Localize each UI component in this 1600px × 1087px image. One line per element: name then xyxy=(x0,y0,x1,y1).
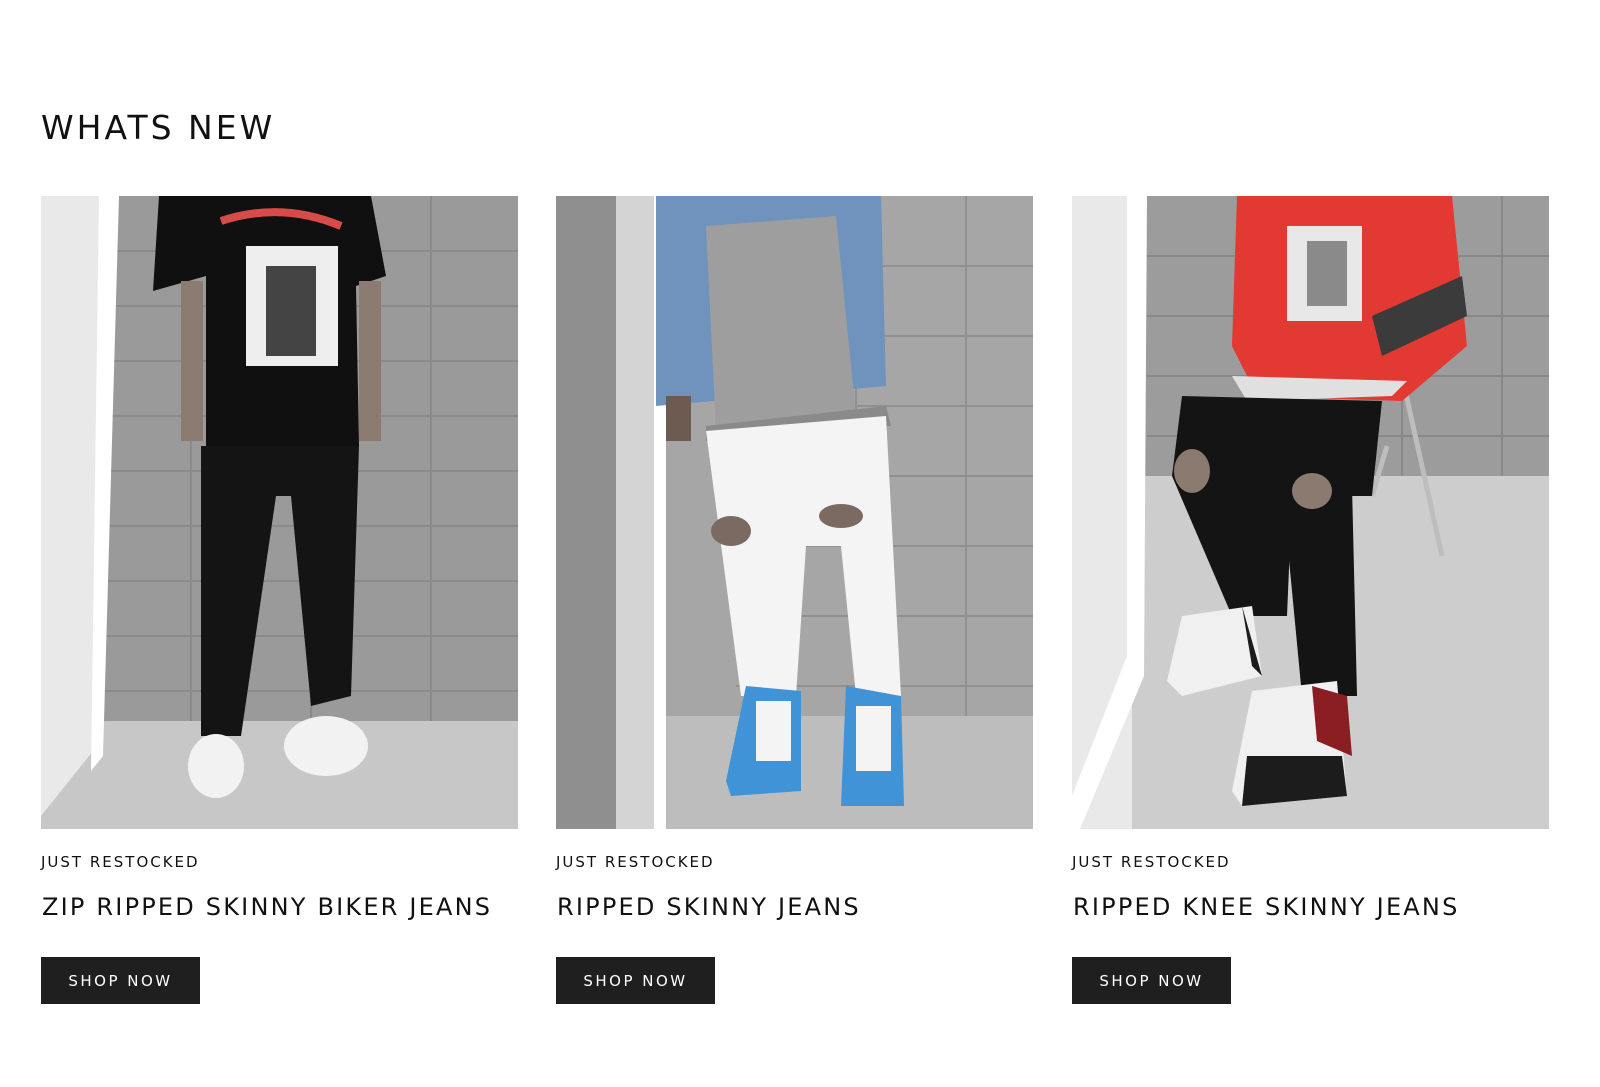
product-image[interactable] xyxy=(41,196,518,829)
product-eyebrow: JUST RESTOCKED xyxy=(1072,853,1231,871)
product-title[interactable]: ZIP RIPPED SKINNY BIKER JEANS xyxy=(42,893,492,921)
product-eyebrow: JUST RESTOCKED xyxy=(41,853,200,871)
product-title[interactable]: RIPPED SKINNY JEANS xyxy=(557,893,861,921)
product-eyebrow: JUST RESTOCKED xyxy=(556,853,715,871)
product-card-zip-ripped-skinny-biker-jeans[interactable]: JUST RESTOCKED ZIP RIPPED SKINNY BIKER J… xyxy=(41,196,518,1004)
product-card-ripped-skinny-jeans[interactable]: JUST RESTOCKED RIPPED SKINNY JEANS SHOP … xyxy=(556,196,1033,1004)
product-title[interactable]: RIPPED KNEE SKINNY JEANS xyxy=(1073,893,1460,921)
product-card-ripped-knee-skinny-jeans[interactable]: JUST RESTOCKED RIPPED KNEE SKINNY JEANS … xyxy=(1072,196,1549,1004)
shop-now-button[interactable]: SHOP NOW xyxy=(556,957,715,1004)
shop-now-button[interactable]: SHOP NOW xyxy=(41,957,200,1004)
product-image[interactable] xyxy=(1072,196,1549,829)
shop-now-button[interactable]: SHOP NOW xyxy=(1072,957,1231,1004)
section-title: WHATS NEW xyxy=(41,108,276,147)
product-image[interactable] xyxy=(556,196,1033,829)
